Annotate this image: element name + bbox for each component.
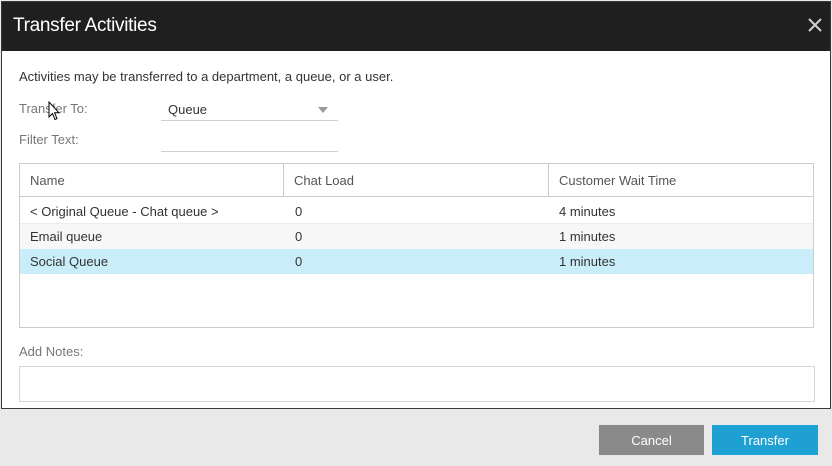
- cell-wait-time: 4 minutes: [559, 204, 616, 219]
- dialog-title: Transfer Activities: [13, 15, 157, 36]
- table-row[interactable]: < Original Queue - Chat queue > 0 4 minu…: [20, 199, 813, 224]
- intro-text: Activities may be transferred to a depar…: [19, 69, 394, 84]
- grid-header: Name Chat Load Customer Wait Time: [20, 164, 813, 197]
- cell-chat-load: 0: [295, 229, 303, 244]
- cancel-button[interactable]: Cancel: [599, 425, 704, 455]
- cell-chat-load: 0: [295, 204, 303, 219]
- add-notes-textarea[interactable]: [19, 366, 815, 402]
- chevron-down-icon: [318, 107, 328, 113]
- filter-text-input[interactable]: [161, 130, 338, 152]
- column-header-name[interactable]: Name: [20, 164, 284, 196]
- table-row[interactable]: Email queue 0 1 minutes: [20, 224, 813, 249]
- transfer-to-value: Queue: [168, 102, 208, 117]
- dialog-titlebar: Transfer Activities: [2, 2, 830, 51]
- transfer-button[interactable]: Transfer: [712, 425, 818, 455]
- filter-text-label: Filter Text:: [19, 132, 79, 147]
- transfer-to-select[interactable]: Queue: [161, 99, 338, 121]
- cell-chat-load: 0: [295, 254, 303, 269]
- table-row-selected[interactable]: Social Queue 0 1 minutes: [20, 249, 813, 274]
- queue-grid: Name Chat Load Customer Wait Time < Orig…: [19, 163, 814, 328]
- add-notes-label: Add Notes:: [19, 344, 84, 359]
- cell-name: < Original Queue - Chat queue >: [30, 204, 219, 219]
- cell-name: Email queue: [30, 229, 103, 244]
- transfer-to-label: Transfer To:: [19, 101, 88, 116]
- column-header-chat-load[interactable]: Chat Load: [284, 164, 549, 196]
- cell-wait-time: 1 minutes: [559, 254, 616, 269]
- cell-name: Social Queue: [30, 254, 109, 269]
- cell-wait-time: 1 minutes: [559, 229, 616, 244]
- transfer-activities-dialog: Transfer Activities Activities may be tr…: [1, 1, 831, 409]
- close-icon[interactable]: [804, 14, 826, 36]
- column-header-customer-wait-time[interactable]: Customer Wait Time: [549, 164, 813, 196]
